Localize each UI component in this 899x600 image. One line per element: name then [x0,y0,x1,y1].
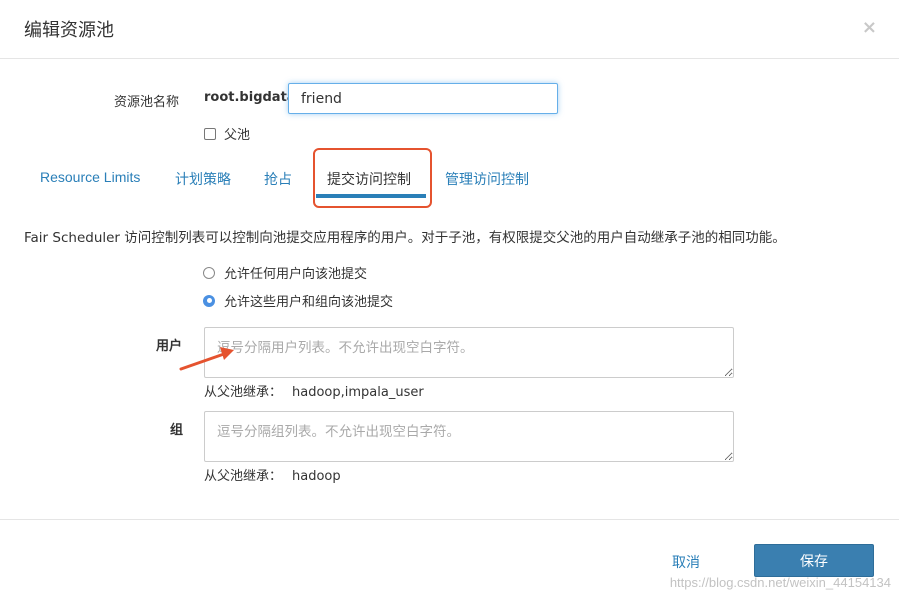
radio-unchecked-icon[interactable] [203,266,215,279]
pool-name-prefix: root.bigdata. [204,90,301,105]
tab-resource-limits[interactable]: Resource Limits [40,169,140,185]
tab-preemption[interactable]: 抢占 [264,169,292,189]
users-inherited: 从父池继承： hadoop,impala_user [204,381,424,400]
save-button[interactable]: 保存 [754,544,874,577]
cancel-button[interactable]: 取消 [672,552,700,572]
radio-allow-any-label: 允许任何用户向该池提交 [224,267,368,282]
groups-inherited: 从父池继承： hadoop [204,465,341,484]
groups-textarea[interactable] [204,411,734,462]
close-icon[interactable]: × [862,19,877,37]
radio-allow-specific-label: 允许这些用户和组向该池提交 [224,295,394,310]
radio-allow-any-user[interactable]: 允许任何用户向该池提交 [203,263,367,282]
users-inherit-value: hadoop,impala_user [292,385,424,400]
edit-resource-pool-dialog: 编辑资源池 × 资源池名称 root.bigdata. 父池 Resource … [0,0,899,600]
access-control-description: Fair Scheduler 访问控制列表可以控制向池提交应用程序的用户。对于子… [24,230,786,246]
groups-inherit-label: 从父池继承： [204,469,283,484]
tab-bar: Resource Limits 计划策略 抢占 提交访问控制 管理访问控制 [0,160,899,200]
tab-submission-access-control[interactable]: 提交访问控制 [327,169,411,189]
annotation-arrow-icon [179,347,234,371]
users-inherit-label: 从父池继承： [204,385,283,400]
tab-admin-access-control[interactable]: 管理访问控制 [445,169,529,189]
dialog-header: 编辑资源池 × [0,0,899,59]
checkbox-icon[interactable] [204,127,216,140]
pool-name-label: 资源池名称 [114,95,180,110]
parent-pool-label: 父池 [224,128,251,143]
active-tab-indicator [316,194,426,198]
dialog-title: 编辑资源池 [24,20,114,41]
watermark: https://blog.csdn.net/weixin_44154134 [669,575,891,590]
radio-checked-icon[interactable] [203,294,215,307]
pool-name-input[interactable] [288,83,558,114]
parent-pool-checkbox[interactable]: 父池 [204,124,250,143]
users-textarea[interactable] [204,327,734,378]
groups-label: 组 [170,423,184,438]
tab-scheduling-policy[interactable]: 计划策略 [175,169,231,189]
groups-inherit-value: hadoop [292,469,341,484]
radio-allow-specific-users[interactable]: 允许这些用户和组向该池提交 [203,291,393,310]
